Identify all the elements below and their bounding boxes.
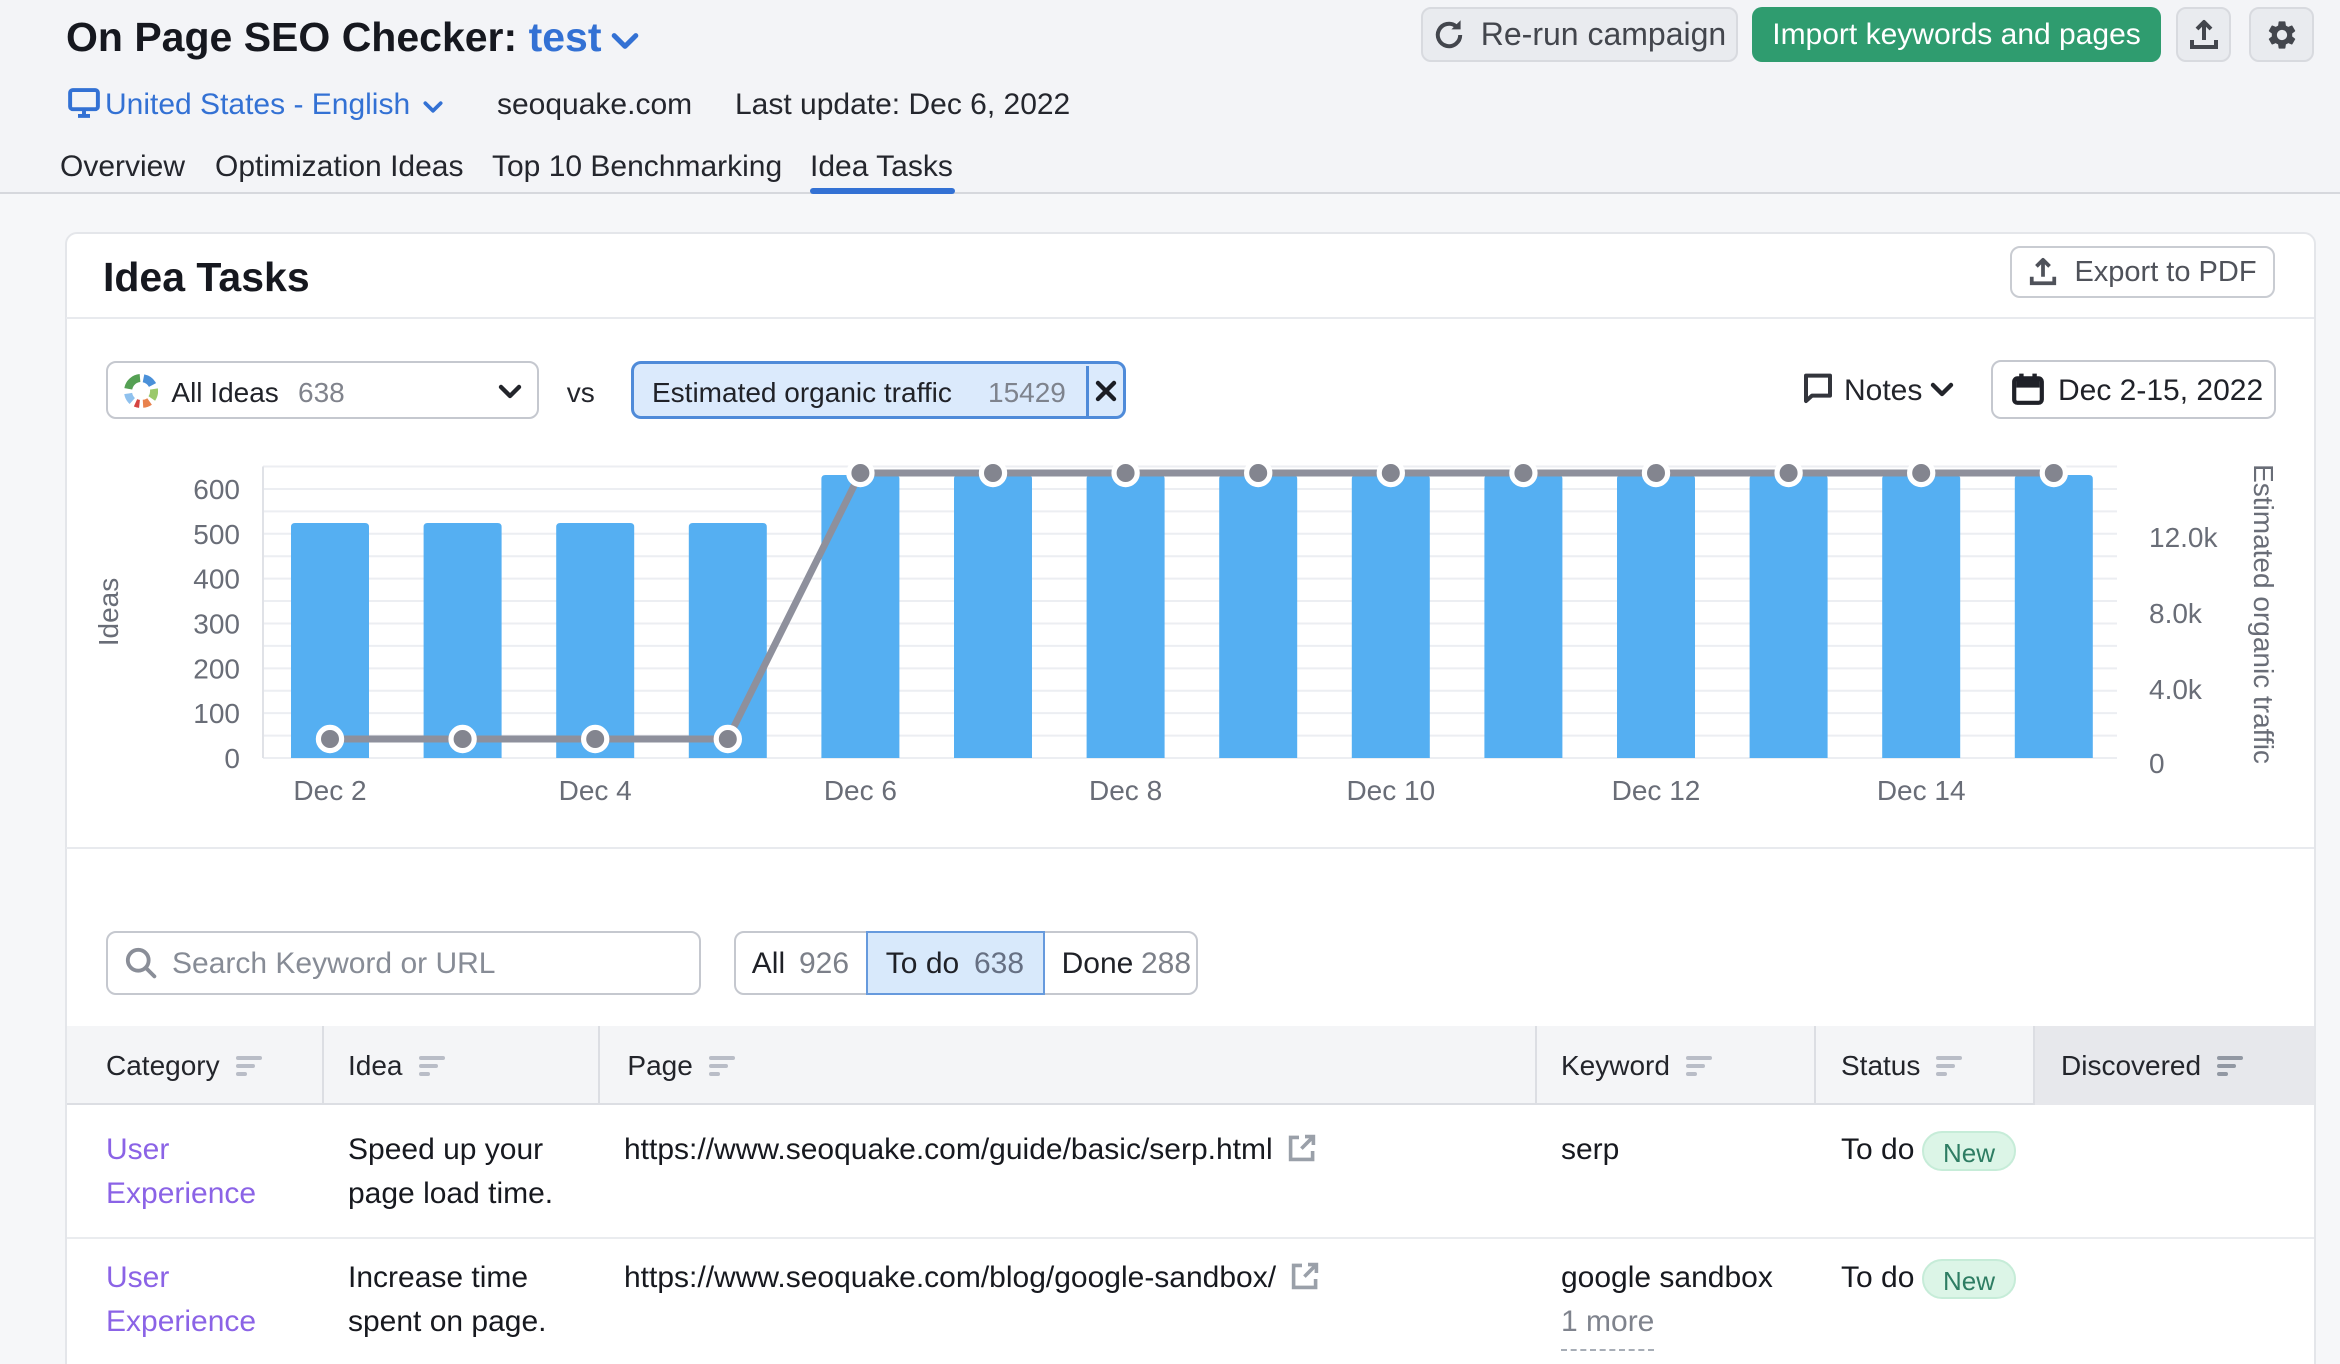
svg-text:Estimated organic traffic: Estimated organic traffic bbox=[2248, 464, 2279, 764]
svg-text:Dec 6: Dec 6 bbox=[824, 775, 897, 806]
svg-text:200: 200 bbox=[193, 653, 240, 684]
svg-text:0: 0 bbox=[2149, 748, 2165, 779]
svg-text:12.0k: 12.0k bbox=[2149, 522, 2218, 553]
svg-text:100: 100 bbox=[193, 698, 240, 729]
svg-text:Dec 12: Dec 12 bbox=[1612, 775, 1701, 806]
svg-text:600: 600 bbox=[193, 474, 240, 505]
svg-text:8.0k: 8.0k bbox=[2149, 598, 2203, 629]
svg-text:0: 0 bbox=[224, 743, 240, 774]
svg-text:Dec 8: Dec 8 bbox=[1089, 775, 1162, 806]
svg-text:400: 400 bbox=[193, 564, 240, 595]
svg-text:4.0k: 4.0k bbox=[2149, 674, 2203, 705]
svg-text:Dec 14: Dec 14 bbox=[1877, 775, 1966, 806]
svg-text:Dec 2: Dec 2 bbox=[293, 775, 366, 806]
svg-text:500: 500 bbox=[193, 519, 240, 550]
svg-text:Dec 10: Dec 10 bbox=[1346, 775, 1435, 806]
svg-text:Dec 4: Dec 4 bbox=[559, 775, 632, 806]
svg-text:300: 300 bbox=[193, 608, 240, 639]
svg-text:Ideas: Ideas bbox=[93, 578, 124, 647]
